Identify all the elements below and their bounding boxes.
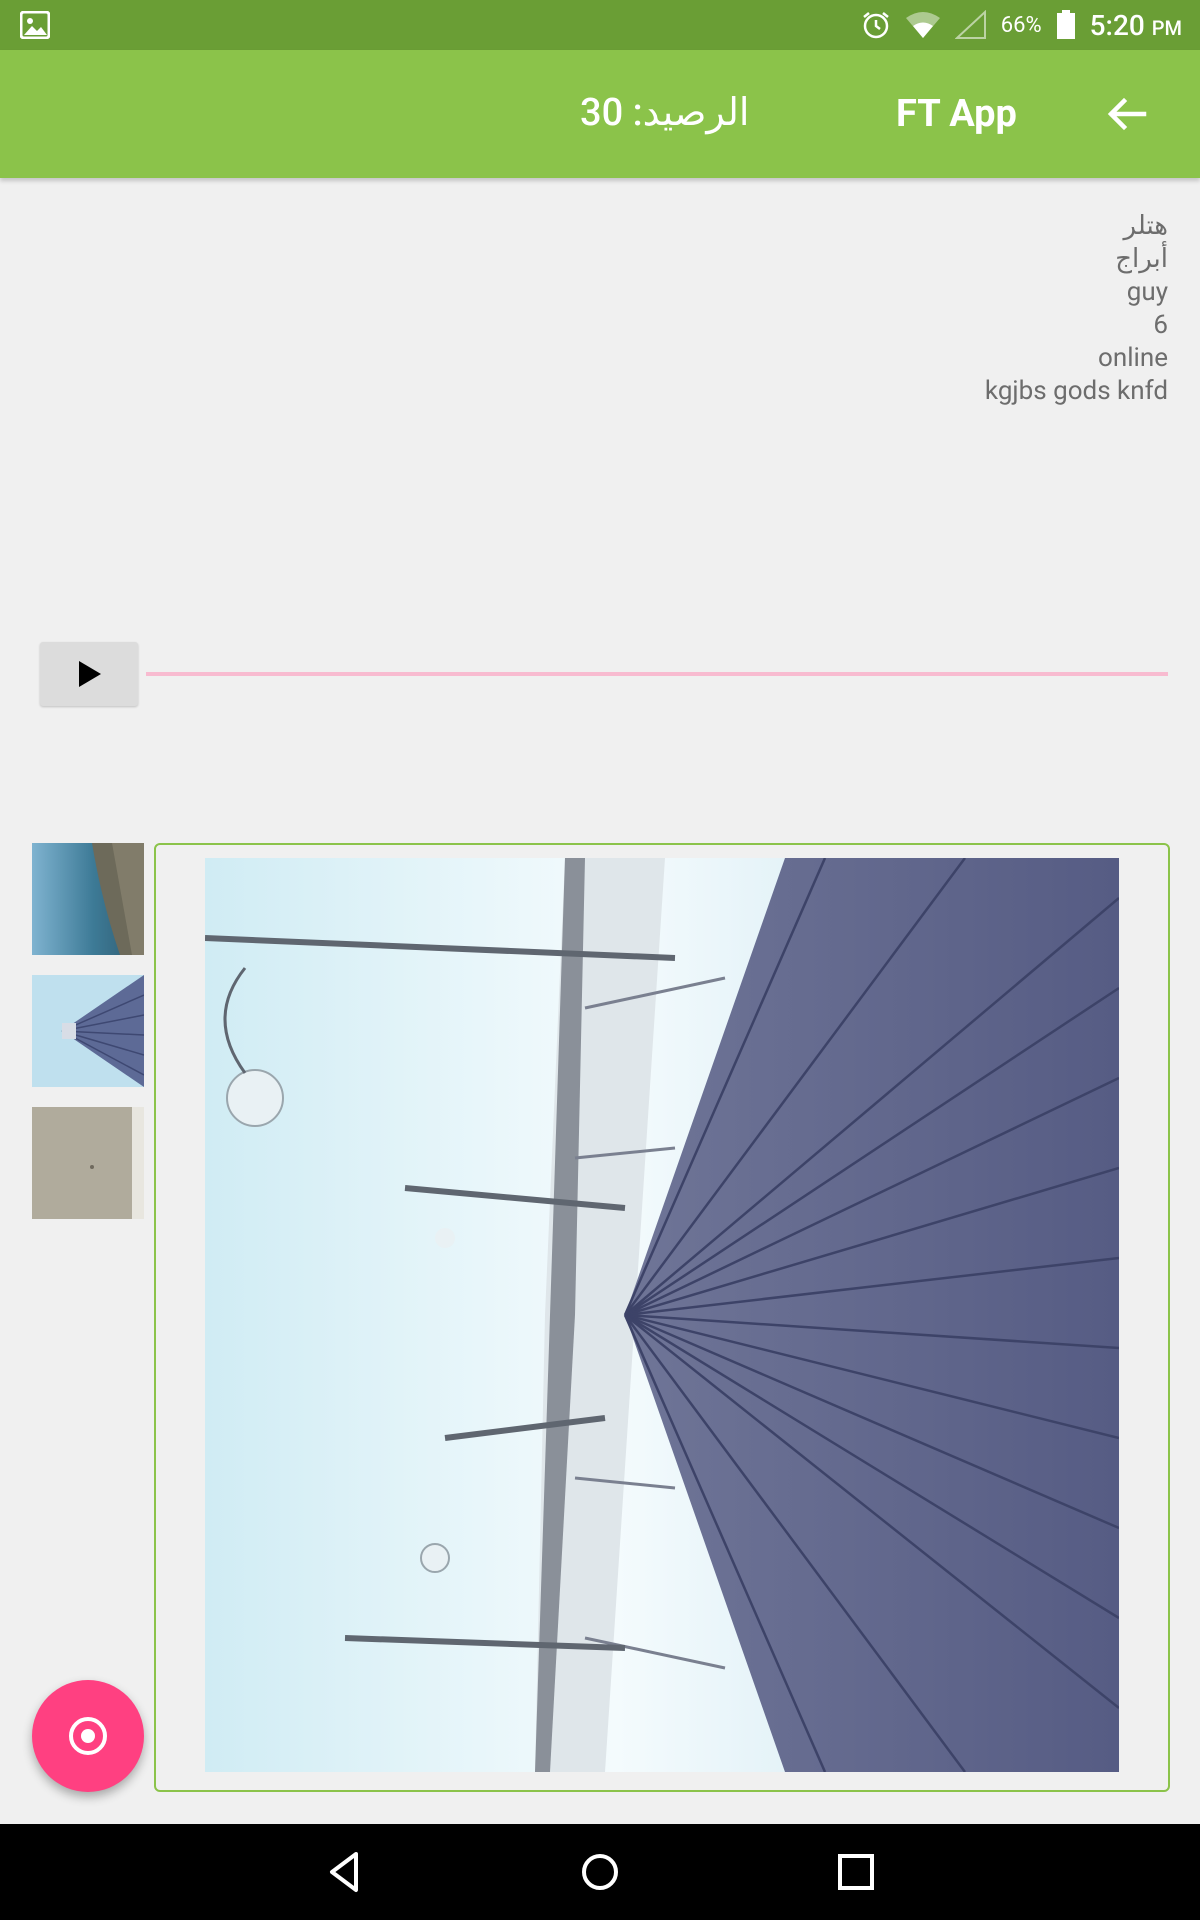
record-icon: [69, 1717, 107, 1755]
status-bar: 66% 5:20 PM: [0, 0, 1200, 50]
clock-ampm: PM: [1151, 15, 1182, 40]
nav-recents-button[interactable]: [832, 1848, 880, 1896]
clock: 5:20 PM: [1090, 9, 1182, 42]
balance-label: الرصيد: 30: [580, 91, 750, 135]
beach-thumbnail[interactable]: [32, 843, 144, 955]
alarm-icon: [863, 12, 889, 39]
info-line: أبراج: [1115, 244, 1168, 274]
play-button[interactable]: [40, 642, 138, 706]
room-thumbnail[interactable]: [32, 1107, 144, 1219]
wifi-icon: [905, 12, 940, 38]
circle-home-icon: [582, 1854, 618, 1890]
battery-icon: [1056, 10, 1075, 39]
clock-time: 5:20: [1089, 8, 1145, 42]
info-line: kgjbs gods knfd: [984, 376, 1168, 406]
app-title: FT App: [896, 92, 1017, 136]
triangle-back-icon: [330, 1852, 358, 1892]
nav-home-button[interactable]: [576, 1848, 624, 1896]
info-line: 6: [1153, 310, 1168, 340]
battery-percent: 66%: [1000, 12, 1042, 38]
arrow-back-icon: [1107, 97, 1147, 131]
nav-back-button[interactable]: [322, 1848, 370, 1896]
pier-thumbnail[interactable]: [32, 975, 144, 1087]
back-button[interactable]: [1100, 90, 1156, 138]
info-line: guy: [1126, 277, 1168, 307]
cell-signal-icon: [954, 10, 986, 39]
pier-photo[interactable]: [205, 858, 1119, 1772]
system-nav-bar: [0, 1824, 1200, 1920]
play-icon: [79, 661, 101, 687]
audio-progress-bar[interactable]: [146, 672, 1168, 676]
record-button[interactable]: [32, 1680, 144, 1792]
app-bar: الرصيد: 30 FT App: [0, 50, 1200, 178]
info-line: هتلر: [1123, 211, 1168, 241]
profile-info: هتلر أبراج guy 6 online kgjbs gods knfd: [985, 210, 1168, 408]
square-recents-icon: [838, 1854, 874, 1890]
info-line: online: [1098, 343, 1168, 373]
gallery-icon: [20, 11, 50, 39]
